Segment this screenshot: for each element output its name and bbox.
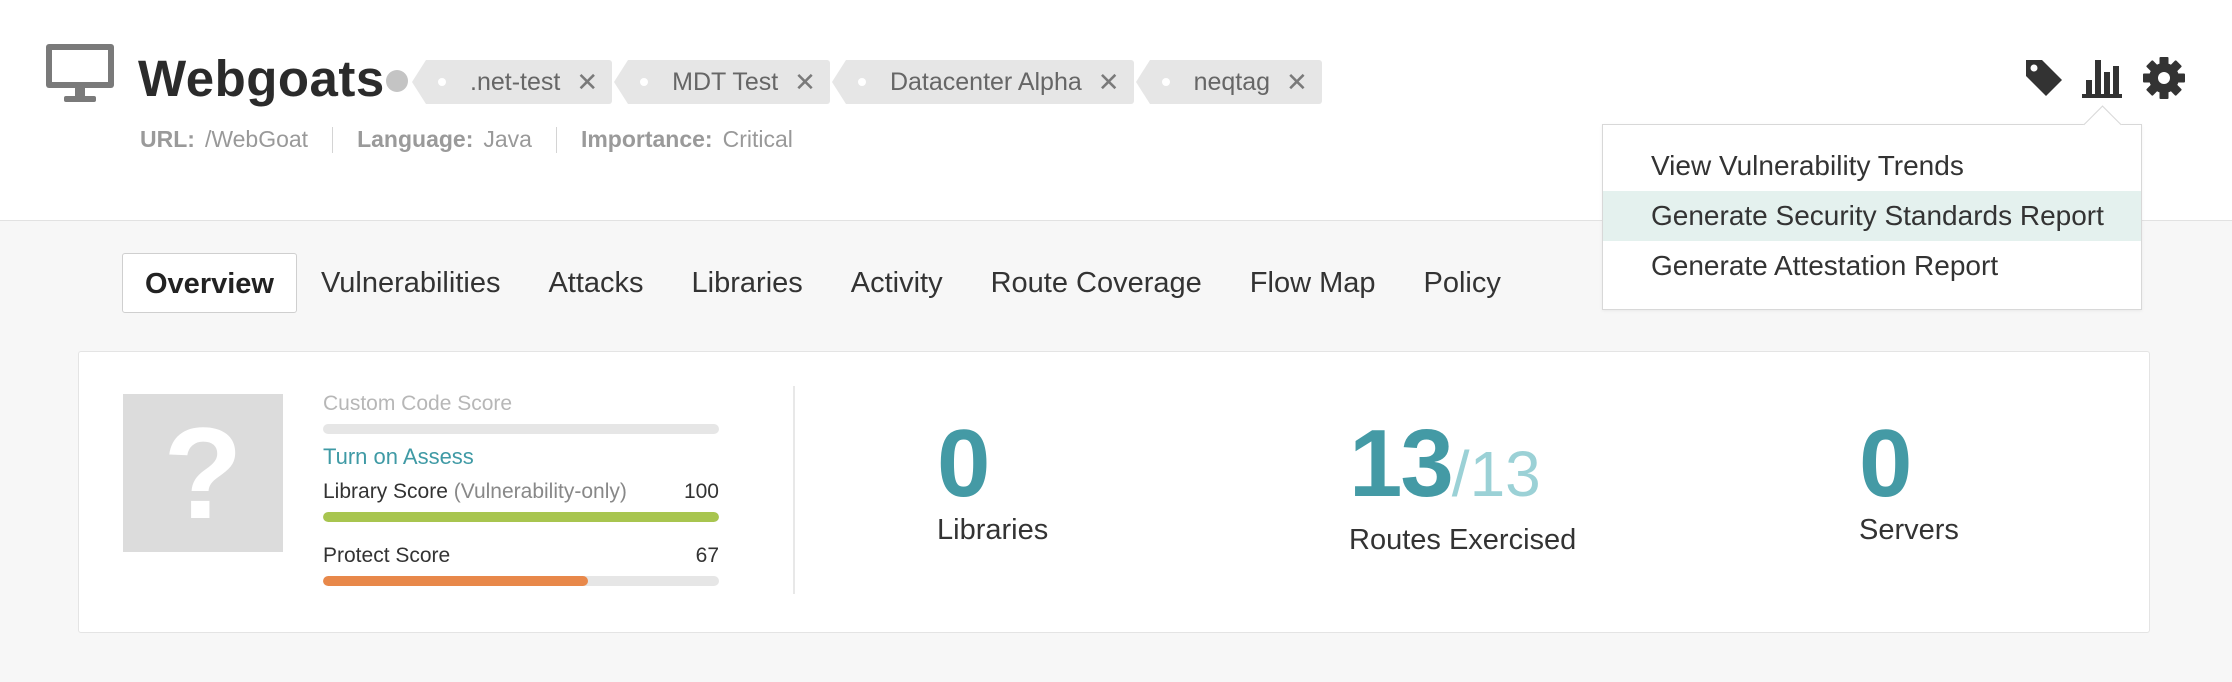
library-score-value: 100 (683, 480, 719, 503)
importance-label: Importance: (580, 126, 713, 152)
app-title: Webgoats (138, 50, 385, 107)
protect-score-row: Protect Score 67 (323, 544, 719, 568)
overview-card: ? Custom Code Score Turn on Assess Libra… (78, 351, 2150, 633)
menu-item-generate-attestation-report[interactable]: Generate Attestation Report (1603, 241, 2141, 291)
tag: MDT Test ✕ (614, 60, 830, 104)
monitor-icon (46, 44, 114, 102)
tag-label: Datacenter Alpha (889, 67, 1082, 96)
app-meta: URL: /WebGoat Language: Java Importance:… (140, 126, 793, 153)
tag-label: neqtag (1193, 67, 1271, 96)
libraries-count: 0 (937, 410, 990, 517)
protect-score-fill (323, 576, 589, 586)
tab-attacks[interactable]: Attacks (524, 253, 667, 313)
remove-tag-icon[interactable]: ✕ (1286, 67, 1308, 98)
tag: neqtag ✕ (1135, 60, 1322, 104)
card-divider (793, 386, 795, 594)
tab-bar: Overview Vulnerabilities Attacks Librari… (122, 252, 1525, 314)
tab-libraries[interactable]: Libraries (668, 253, 827, 313)
tag-icon[interactable] (2022, 56, 2066, 100)
tab-policy[interactable]: Policy (1400, 253, 1525, 313)
turn-on-assess-link[interactable]: Turn on Assess (323, 444, 474, 469)
url-label: URL: (140, 126, 195, 152)
score-panel: Custom Code Score Turn on Assess Library… (323, 392, 719, 586)
language-value: Java (483, 126, 532, 152)
bar-chart-icon[interactable] (2080, 56, 2124, 100)
library-score-label: Library Score (323, 480, 448, 503)
servers-stat[interactable]: 0 Servers (1859, 416, 1959, 547)
tag-label: .net-test (470, 67, 561, 96)
custom-code-score-label: Custom Code Score (323, 392, 513, 415)
tab-activity[interactable]: Activity (827, 253, 967, 313)
library-score-bar (323, 512, 719, 522)
protect-score-bar (323, 576, 719, 586)
menu-item-view-vulnerability-trends[interactable]: View Vulnerability Trends (1603, 141, 2141, 191)
remove-tag-icon[interactable]: ✕ (794, 67, 816, 98)
tab-overview[interactable]: Overview (122, 253, 297, 313)
grade-placeholder: ? (123, 394, 283, 552)
tag: Datacenter Alpha ✕ (831, 60, 1134, 104)
remove-tag-icon[interactable]: ✕ (576, 67, 598, 98)
status-dot (386, 70, 408, 92)
servers-caption: Servers (1859, 514, 1959, 546)
tab-vulnerabilities[interactable]: Vulnerabilities (297, 253, 524, 313)
tab-flow-map[interactable]: Flow Map (1226, 253, 1400, 313)
gear-icon[interactable] (2142, 56, 2186, 100)
routes-caption: Routes Exercised (1349, 524, 1577, 556)
custom-code-score-bar (323, 424, 719, 434)
servers-count: 0 (1859, 410, 1912, 517)
protect-score-label: Protect Score (323, 544, 451, 567)
routes-total: /13 (1451, 438, 1541, 510)
tag-list: .net-test ✕ MDT Test ✕ Datacenter Alpha … (411, 60, 1322, 104)
routes-stat[interactable]: 13/13 Routes Exercised (1349, 416, 1576, 557)
remove-tag-icon[interactable]: ✕ (1098, 67, 1120, 98)
menu-item-generate-security-standards-report[interactable]: Generate Security Standards Report (1603, 191, 2141, 241)
routes-count: 13/13 (1349, 410, 1541, 517)
libraries-stat[interactable]: 0 Libraries (937, 416, 1048, 547)
libraries-caption: Libraries (937, 514, 1049, 546)
library-score-fill (323, 512, 719, 522)
importance-value: Critical (722, 126, 793, 152)
library-score-qualifier: (Vulnerability-only) (453, 480, 627, 503)
tag: .net-test ✕ (411, 60, 613, 104)
library-score-row: Library Score (Vulnerability-only) 100 (323, 480, 719, 504)
reports-dropdown-menu: View Vulnerability Trends Generate Secur… (1602, 105, 2142, 310)
protect-score-value: 67 (695, 544, 719, 567)
url-value: /WebGoat (204, 126, 309, 152)
language-label: Language: (357, 126, 474, 152)
tab-route-coverage[interactable]: Route Coverage (967, 253, 1226, 313)
tag-label: MDT Test (672, 67, 779, 96)
